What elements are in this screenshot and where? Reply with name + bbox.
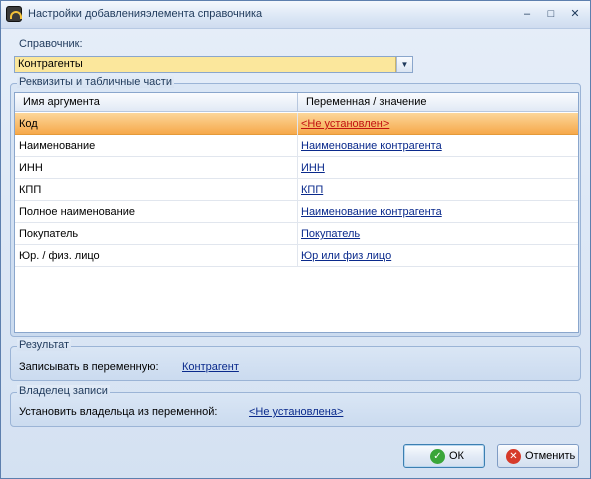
cell-divider xyxy=(297,223,298,245)
argument-value-link[interactable]: Покупатель xyxy=(301,223,360,245)
cell-divider xyxy=(297,135,298,157)
ok-button-label: ОК xyxy=(449,450,464,462)
argument-value-link[interactable]: Наименование контрагента xyxy=(301,201,442,223)
argument-value-link[interactable]: КПП xyxy=(301,179,323,201)
chevron-down-icon[interactable]: ▼ xyxy=(396,57,412,72)
cancel-circle-icon: ✕ xyxy=(506,449,521,464)
cell-divider xyxy=(297,157,298,179)
cell-divider xyxy=(297,245,298,267)
argument-name-cell: Юр. / физ. лицо xyxy=(19,250,100,262)
cancel-button[interactable]: ✕ Отменить xyxy=(497,444,579,468)
minimize-button[interactable]: – xyxy=(518,6,536,22)
argument-name-cell: Полное наименование xyxy=(19,206,135,218)
argument-value-link[interactable]: Наименование контрагента xyxy=(301,135,442,157)
argument-value-link[interactable]: <Не установлен> xyxy=(301,113,389,135)
column-header-argument[interactable]: Имя аргумента xyxy=(15,93,100,112)
argument-name-cell: Покупатель xyxy=(19,228,79,240)
table-row[interactable]: Наименование Наименование контрагента xyxy=(15,135,578,157)
ok-button[interactable]: ✓ ОК xyxy=(403,444,485,468)
table-row[interactable]: ИНН ИНН xyxy=(15,157,578,179)
table-row[interactable]: КПП КПП xyxy=(15,179,578,201)
check-circle-icon: ✓ xyxy=(430,449,445,464)
table-row[interactable]: Юр. / физ. лицо Юр или физ лицо xyxy=(15,245,578,267)
table-row[interactable]: Код <Не установлен> xyxy=(15,113,578,135)
argument-value-link[interactable]: ИНН xyxy=(301,157,325,179)
cancel-button-label: Отменить xyxy=(525,450,576,462)
argument-value-link[interactable]: Юр или физ лицо xyxy=(301,245,391,267)
owner-group-title: Владелец записи xyxy=(17,385,110,397)
argument-name-cell: Наименование xyxy=(19,140,96,152)
cell-divider xyxy=(297,201,298,223)
directory-combo-value[interactable]: Контрагенты xyxy=(15,57,396,72)
result-variable-link[interactable]: Контрагент xyxy=(182,361,239,373)
cell-divider xyxy=(297,179,298,201)
cell-divider xyxy=(297,113,298,135)
argument-name-cell: КПП xyxy=(19,184,42,196)
directory-combo[interactable]: Контрагенты ▼ xyxy=(14,56,413,73)
window-title: Настройки добавленияэлемента справочника xyxy=(28,8,263,20)
table-row[interactable]: Покупатель Покупатель xyxy=(15,223,578,245)
title-bar[interactable]: Настройки добавленияэлемента справочника… xyxy=(1,1,590,29)
argument-name-cell: Код xyxy=(19,118,38,130)
attributes-group-title: Реквизиты и табличные части xyxy=(17,76,174,88)
grid-header: Имя аргумента Переменная / значение xyxy=(15,93,578,112)
maximize-button[interactable]: □ xyxy=(542,6,560,22)
table-row[interactable]: Полное наименование Наименование контраге… xyxy=(15,201,578,223)
directory-label: Справочник: xyxy=(19,38,83,50)
attributes-grid[interactable]: Имя аргумента Переменная / значение Код <… xyxy=(14,92,579,333)
owner-label: Установить владельца из переменной: xyxy=(19,406,218,418)
owner-variable-link[interactable]: <Не установлена> xyxy=(249,406,343,418)
column-header-value[interactable]: Переменная / значение xyxy=(298,93,427,112)
app-icon xyxy=(6,6,22,22)
result-group-title: Результат xyxy=(17,339,72,351)
argument-name-cell: ИНН xyxy=(19,162,43,174)
dialog-window: Настройки добавленияэлемента справочника… xyxy=(0,0,591,479)
result-label: Записывать в переменную: xyxy=(19,361,159,373)
close-button[interactable]: ✕ xyxy=(566,6,584,22)
